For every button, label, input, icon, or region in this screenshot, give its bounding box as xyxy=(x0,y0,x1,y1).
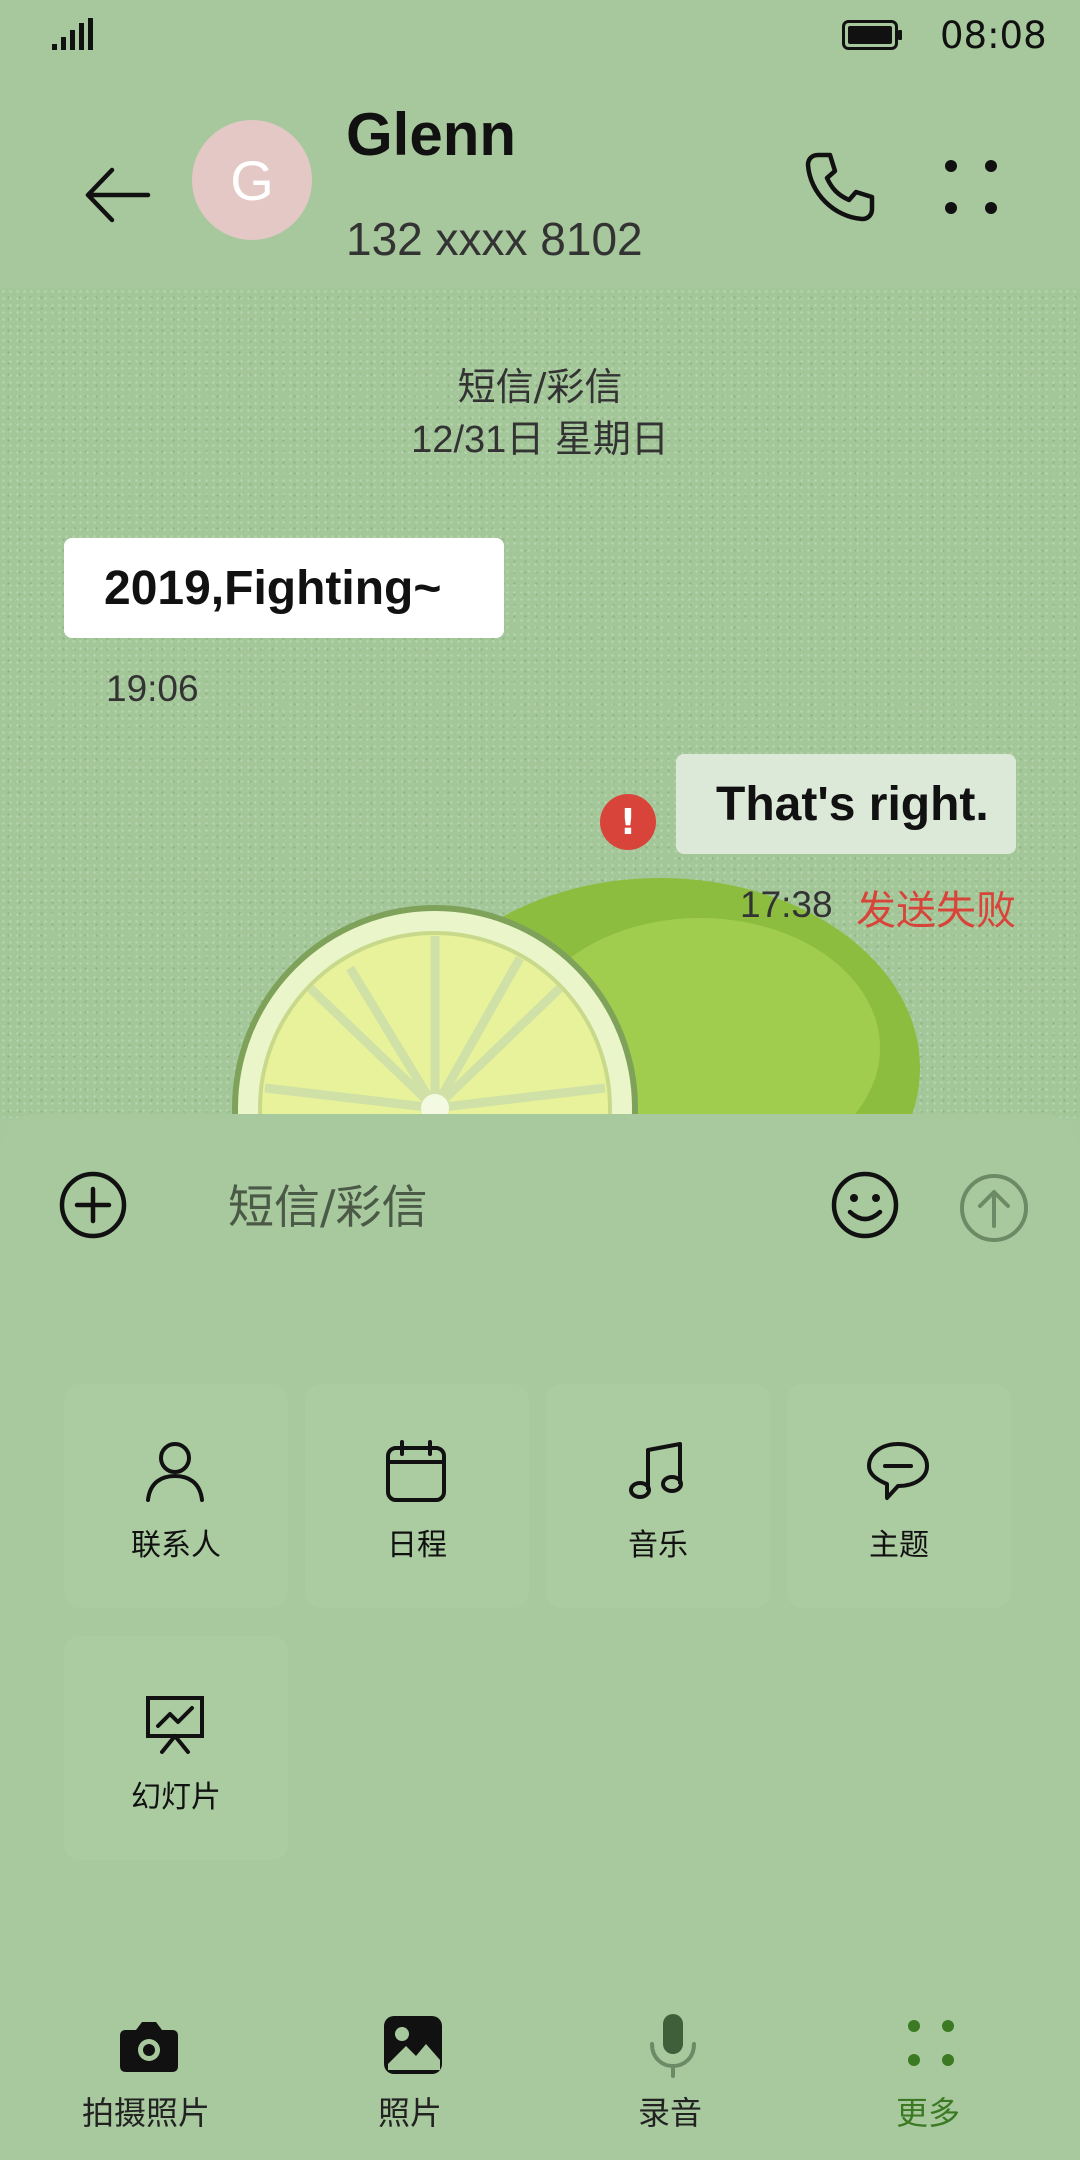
send-icon[interactable] xyxy=(958,1172,1030,1244)
emoji-icon[interactable] xyxy=(830,1170,900,1240)
more-dot-icon xyxy=(985,202,997,214)
camera-icon xyxy=(120,2022,178,2072)
date-separator: 12/31日 星期日 xyxy=(411,419,669,461)
bottom-label: 拍摄照片 xyxy=(81,2094,210,2132)
outgoing-message-bubble[interactable]: That's right. xyxy=(676,754,1016,854)
battery-icon xyxy=(842,20,902,50)
more-dot-icon xyxy=(945,202,957,214)
calendar-icon xyxy=(386,1440,446,1502)
attach-slideshow-button[interactable]: 幻灯片 xyxy=(64,1636,288,1860)
attach-contact-button[interactable]: 联系人 xyxy=(64,1384,288,1608)
send-failed-label: 发送失败 xyxy=(856,888,1016,934)
theme-icon xyxy=(867,1442,929,1500)
more-dot-icon xyxy=(945,160,957,172)
take-photo-button[interactable]: 拍摄照片 xyxy=(46,2012,246,2132)
more-dot-icon xyxy=(985,160,997,172)
status-time: 08:08 xyxy=(940,14,1047,57)
microphone-icon xyxy=(650,2014,696,2078)
photos-button[interactable]: 照片 xyxy=(310,2012,510,2132)
status-bar: 08:08 xyxy=(0,0,1080,70)
signal-icon xyxy=(52,18,93,50)
message-list[interactable]: 短信/彩信 12/31日 星期日 2019,Fighting~ 19:06 ! … xyxy=(0,288,1080,1118)
lime-wallpaper-image xyxy=(232,878,920,1118)
music-icon xyxy=(629,1442,683,1499)
message-type-label: 短信/彩信 xyxy=(457,365,623,409)
back-arrow-icon xyxy=(85,167,151,223)
attach-calendar-button[interactable]: 日程 xyxy=(305,1384,529,1608)
slideshow-icon xyxy=(146,1696,204,1754)
more-options-button[interactable] xyxy=(935,150,1015,230)
bottom-label: 照片 xyxy=(377,2094,442,2132)
more-dots-icon xyxy=(908,2020,954,2066)
tile-label: 幻灯片 xyxy=(131,1780,221,1815)
tile-label: 日程 xyxy=(387,1528,447,1563)
add-attachment-icon[interactable] xyxy=(58,1170,128,1240)
bottom-label: 录音 xyxy=(637,2094,702,2132)
photo-icon xyxy=(384,2016,442,2074)
contact-icon xyxy=(146,1442,204,1502)
message-time: 19:06 xyxy=(106,668,199,709)
bottom-label: 更多 xyxy=(895,2094,960,2132)
contact-name: Glenn xyxy=(346,101,517,168)
incoming-message-bubble[interactable]: 2019,Fighting~ xyxy=(64,538,504,638)
more-button[interactable]: 更多 xyxy=(828,2012,1028,2132)
record-audio-button[interactable]: 录音 xyxy=(570,2012,770,2132)
contact-number: 132 xxxx 8102 xyxy=(346,213,643,265)
tile-label: 主题 xyxy=(869,1528,929,1563)
message-time: 17:38 xyxy=(740,884,833,925)
tile-label: 音乐 xyxy=(628,1528,688,1563)
avatar[interactable]: G xyxy=(192,120,312,240)
call-button[interactable] xyxy=(795,142,885,232)
composer-panel: 联系人 日程 音乐 主题 幻灯片 xyxy=(0,1114,1080,2160)
phone-icon xyxy=(805,152,875,222)
send-failed-icon[interactable]: ! xyxy=(600,794,656,850)
attach-music-button[interactable]: 音乐 xyxy=(546,1384,770,1608)
conversation-header: G Glenn 132 xxxx 8102 xyxy=(0,70,1080,288)
attach-theme-button[interactable]: 主题 xyxy=(787,1384,1011,1608)
message-input[interactable] xyxy=(178,1162,768,1252)
tile-label: 联系人 xyxy=(131,1528,221,1563)
back-button[interactable] xyxy=(62,140,172,250)
